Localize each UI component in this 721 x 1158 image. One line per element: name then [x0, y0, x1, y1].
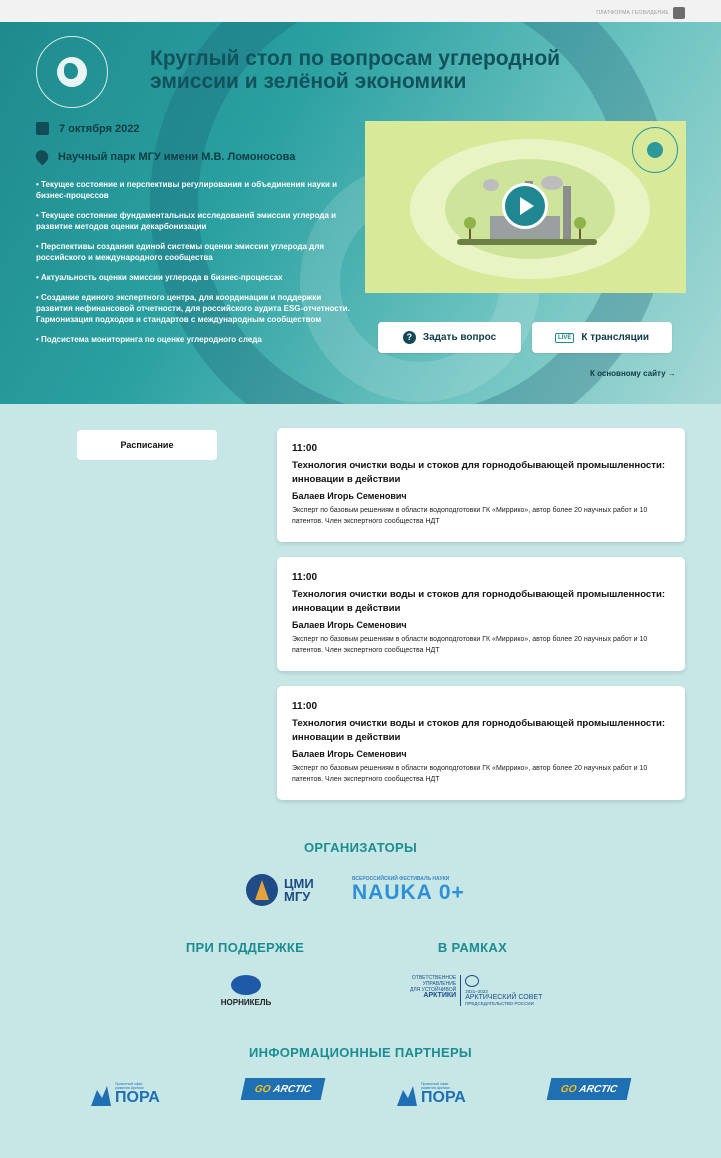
session-description: Эксперт по базовым решениям в области во… [292, 507, 648, 525]
pora-name: ПОРА [115, 1089, 160, 1106]
session-title: Технология очистки воды и стоков для гор… [292, 718, 666, 743]
mountain-icon [91, 1086, 111, 1106]
nornikel-mark-icon [231, 975, 261, 995]
organizers-heading: ОРГАНИЗАТОРЫ [303, 840, 418, 855]
page-title: Круглый стол по вопросам углеродной эмис… [150, 47, 561, 93]
session-description: Эксперт по базовым решениям в области во… [292, 765, 648, 783]
cube-icon [673, 7, 685, 19]
tab-schedule[interactable]: Расписание [77, 430, 217, 460]
hero-section: Круглый стол по вопросам углеродной эмис… [0, 22, 721, 404]
nornikel-wordmark: НОРНИКЕЛЬ [220, 998, 272, 1007]
session-title: Технология очистки воды и стоков для гор… [292, 589, 666, 614]
pora-wordmark: Проектный офис развития Арктики ПОРА [115, 1082, 160, 1106]
session-time: 11:00 [292, 572, 318, 583]
goarctic-go: GO [253, 1083, 272, 1095]
goarctic-go: GO [559, 1083, 578, 1095]
nauka-logo[interactable]: ВСЕРОССИЙСКИЙ ФЕСТИВАЛЬ НАУКИ NAUKA 0+ [352, 876, 465, 904]
frame-heading: В РАМКАХ [437, 940, 508, 955]
goarctic-logo[interactable]: GO ARCTIC [546, 1078, 632, 1100]
globe-icon [57, 57, 87, 87]
cmi-logo-text: ЦМИ МГУ [284, 877, 314, 903]
schedule-card[interactable]: 11:00 Технология очистки воды и стоков д… [277, 557, 685, 671]
msu-emblem-icon [246, 874, 278, 906]
event-place-text: Научный парк МГУ имени М.В. Ломоносова [58, 150, 296, 163]
info-partners-heading: ИНФОРМАЦИОННЫЕ ПАРТНЕРЫ [249, 1045, 472, 1060]
ground-illustration [457, 239, 597, 245]
arctic-slogan-line: АРКТИКИ [423, 992, 457, 999]
platform-brand[interactable]: ПЛАТФОРМА ГЕОВИДЕНИЕ [596, 7, 685, 19]
mountain-icon [397, 1086, 417, 1106]
tree-illustration [464, 217, 476, 229]
smoke-illustration [483, 179, 499, 191]
arctic-council-title: АРКТИЧЕСКИЙ СОВЕТ [465, 994, 543, 1001]
event-logo [36, 36, 108, 108]
session-description: Эксперт по базовым решениям в области во… [292, 636, 648, 654]
pora-logo[interactable]: Проектный офис развития Арктики ПОРА [91, 1078, 160, 1106]
arctic-council-logo[interactable]: ОТВЕТСТВЕННОЕ УПРАВЛЕНИЕ ДЛЯ УСТОЙЧИВОЙ … [410, 975, 542, 1006]
goarctic-logo[interactable]: GO ARCTIC [240, 1078, 326, 1100]
go-to-stream-button[interactable]: LIVE К трансляции [532, 322, 672, 353]
cmi-msu-logo[interactable]: ЦМИ МГУ [246, 874, 314, 906]
tree-trunk [469, 229, 471, 239]
event-place: Научный парк МГУ имени М.В. Ломоносова [33, 147, 296, 166]
tree-trunk [579, 229, 581, 239]
topic-item: Текущее состояние фундаментальных исслед… [36, 210, 356, 232]
pora-name: ПОРА [421, 1089, 466, 1106]
smoke-illustration [541, 176, 563, 190]
topic-item: Текущее состояние и перспективы регулиро… [36, 179, 356, 201]
schedule-card[interactable]: 11:00 Технология очистки воды и стоков д… [277, 686, 685, 800]
pora-wordmark: Проектный офис развития Арктики ПОРА [421, 1082, 466, 1106]
goarctic-arctic: ARCTIC [578, 1083, 619, 1095]
video-player[interactable] [365, 121, 686, 293]
goarctic-arctic: ARCTIC [272, 1083, 313, 1095]
arctic-slogan: ОТВЕТСТВЕННОЕ УПРАВЛЕНИЕ ДЛЯ УСТОЙЧИВОЙ … [410, 975, 456, 999]
arctic-council-icon [465, 975, 480, 987]
topic-list: Текущее состояние и перспективы регулиро… [36, 179, 356, 354]
topic-item: Создание единого экспертного центра, для… [36, 292, 356, 325]
live-icon: LIVE [554, 332, 575, 343]
platform-label: ПЛАТФОРМА ГЕОВИДЕНИЕ [596, 10, 669, 16]
ask-question-label: Задать вопрос [422, 332, 497, 343]
event-mini-logo [632, 127, 678, 173]
topic-item: Актуальность оценки эмиссии углерода в б… [36, 272, 356, 283]
top-bar: ПЛАТФОРМА ГЕОВИДЕНИЕ [0, 0, 721, 22]
arctic-council-block: 2021–2023 АРКТИЧЕСКИЙ СОВЕТ ПРЕДСЕДАТЕЛЬ… [460, 975, 542, 1006]
topic-item: Подсистема мониторинга по оценке углерод… [36, 334, 356, 345]
play-button[interactable] [502, 183, 548, 229]
event-date-text: 7 октября 2022 [59, 122, 140, 135]
session-speaker: Балаев Игорь Семенович [292, 749, 407, 759]
nauka-wordmark: NAUKA 0+ [352, 881, 465, 904]
main-site-link[interactable]: К основному сайту → [590, 369, 676, 378]
play-icon [520, 197, 534, 215]
nornikel-logo[interactable]: НОРНИКЕЛЬ [214, 975, 278, 1007]
session-time: 11:00 [292, 443, 318, 454]
event-date: 7 октября 2022 [36, 122, 140, 135]
support-heading: ПРИ ПОДДЕРЖКЕ [185, 940, 305, 955]
cmi-line-2: МГУ [284, 889, 311, 904]
pora-logo[interactable]: Проектный офис развития Арктики ПОРА [397, 1078, 466, 1106]
schedule-card[interactable]: 11:00 Технология очистки воды и стоков д… [277, 428, 685, 542]
session-title: Технология очистки воды и стоков для гор… [292, 460, 666, 485]
topic-item: Перспективы создания единой системы оцен… [36, 241, 356, 263]
go-to-stream-label: К трансляции [581, 332, 650, 343]
tree-illustration [574, 217, 586, 229]
chimney-illustration [563, 186, 571, 241]
session-speaker: Балаев Игорь Семенович [292, 620, 407, 630]
session-time: 11:00 [292, 701, 318, 712]
session-speaker: Балаев Игорь Семенович [292, 491, 407, 501]
calendar-icon [36, 122, 49, 135]
ask-question-button[interactable]: ? Задать вопрос [378, 322, 521, 353]
arctic-council-subtitle: ПРЕДСЕДАТЕЛЬСТВО РОССИИ [465, 1001, 534, 1006]
location-pin-icon [33, 147, 51, 166]
question-icon: ? [402, 331, 416, 344]
